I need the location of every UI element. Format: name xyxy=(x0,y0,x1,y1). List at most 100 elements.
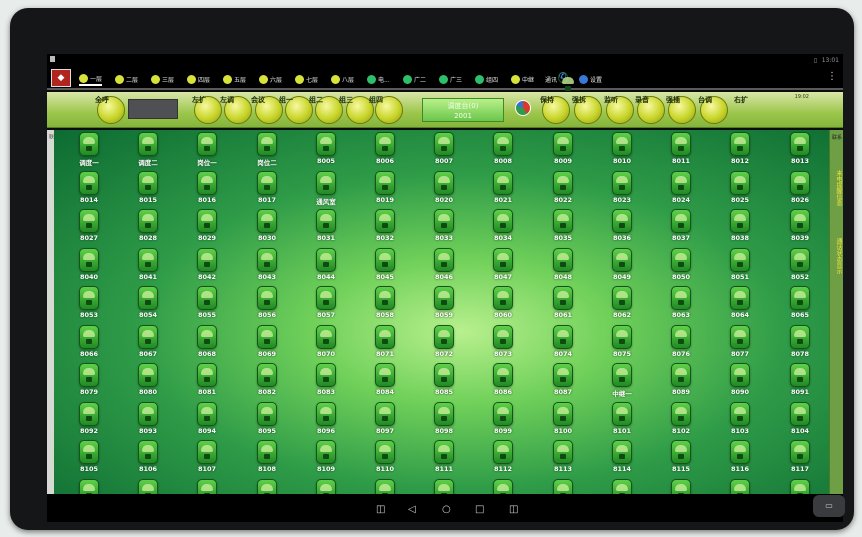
tab-6[interactable]: 七层 xyxy=(295,72,318,86)
extension-cell[interactable]: 8059 xyxy=(421,286,467,324)
extension-cell[interactable]: 8031 xyxy=(303,209,349,247)
extension-cell[interactable]: 8063 xyxy=(658,286,704,324)
extension-cell[interactable]: 8010 xyxy=(599,132,645,170)
extension-cell[interactable]: 8075 xyxy=(599,324,645,363)
extension-cell[interactable]: 8067 xyxy=(125,324,171,363)
extension-cell[interactable]: 8072 xyxy=(421,324,467,363)
extension-cell[interactable]: 通风室 xyxy=(303,170,349,209)
tab-3[interactable]: 四层 xyxy=(187,72,210,86)
tab-8[interactable]: 电... xyxy=(367,72,390,86)
extension-cell[interactable]: 8015 xyxy=(125,170,171,209)
extension-cell[interactable]: 8020 xyxy=(421,170,467,209)
recents-icon[interactable]: □ xyxy=(475,504,484,516)
extension-cell[interactable]: 8073 xyxy=(480,324,526,363)
extension-cell[interactable]: 8092 xyxy=(66,401,112,440)
extension-cell[interactable]: 8013 xyxy=(777,132,823,170)
extension-cell[interactable]: 8093 xyxy=(125,401,171,440)
extension-cell[interactable]: 8011 xyxy=(658,132,704,170)
extension-cell[interactable]: 8058 xyxy=(362,286,408,324)
extension-cell[interactable]: 8038 xyxy=(717,209,763,247)
extension-cell[interactable]: 8108 xyxy=(244,440,290,478)
extension-cell[interactable]: 调度一 xyxy=(66,132,112,170)
extension-cell[interactable]: 8055 xyxy=(184,286,230,324)
extension-cell[interactable]: 8071 xyxy=(362,324,408,363)
extension-cell[interactable]: 8029 xyxy=(184,209,230,247)
extension-cell[interactable]: 8028 xyxy=(125,209,171,247)
tab-7[interactable]: 八层 xyxy=(331,72,354,86)
extension-cell[interactable]: 8033 xyxy=(421,209,467,247)
extension-cell[interactable]: 8007 xyxy=(421,132,467,170)
extension-cell[interactable]: 8098 xyxy=(421,401,467,440)
extension-cell[interactable]: 8022 xyxy=(540,170,586,209)
extension-cell[interactable]: 中继一 xyxy=(599,363,645,401)
extension-cell[interactable]: 8030 xyxy=(244,209,290,247)
extension-cell[interactable]: 调度二 xyxy=(125,132,171,170)
extension-cell[interactable]: 8016 xyxy=(184,170,230,209)
extension-cell[interactable]: 8025 xyxy=(717,170,763,209)
extension-cell[interactable]: 8116 xyxy=(717,440,763,478)
extension-cell[interactable]: 8070 xyxy=(303,324,349,363)
extension-cell[interactable]: 8034 xyxy=(480,209,526,247)
tab-13[interactable]: ✆ 通讯 xyxy=(545,72,574,91)
extension-cell[interactable]: 8042 xyxy=(184,247,230,286)
tab-11[interactable]: 组四 xyxy=(475,72,498,86)
extension-cell[interactable]: 8061 xyxy=(540,286,586,324)
extension-cell[interactable]: 8090 xyxy=(717,363,763,401)
extension-cell[interactable]: 8081 xyxy=(184,363,230,401)
extension-cell[interactable]: 8099 xyxy=(480,401,526,440)
extension-cell[interactable]: 8076 xyxy=(658,324,704,363)
extension-cell[interactable]: 8096 xyxy=(303,401,349,440)
extension-cell[interactable]: 8085 xyxy=(421,363,467,401)
overflow-menu-icon[interactable]: ⋮ xyxy=(827,72,837,82)
extension-cell[interactable]: 8103 xyxy=(717,401,763,440)
extension-cell[interactable]: 岗位一 xyxy=(184,132,230,170)
extension-cell[interactable]: 8045 xyxy=(362,247,408,286)
extension-cell[interactable]: 8048 xyxy=(540,247,586,286)
extension-cell[interactable]: 8080 xyxy=(125,363,171,401)
tab-0[interactable]: 一层 xyxy=(79,72,103,86)
extension-cell[interactable]: 8074 xyxy=(540,324,586,363)
tab-9[interactable]: 广二 xyxy=(403,72,426,86)
extension-cell[interactable]: 8091 xyxy=(777,363,823,401)
back-icon[interactable]: ◁ xyxy=(408,504,416,516)
extension-cell[interactable]: 8019 xyxy=(362,170,408,209)
extension-cell[interactable]: 8095 xyxy=(244,401,290,440)
extension-cell[interactable]: 8102 xyxy=(658,401,704,440)
tab-14[interactable]: 设置 xyxy=(579,72,602,86)
extension-cell[interactable]: 8106 xyxy=(125,440,171,478)
extension-cell[interactable]: 8035 xyxy=(540,209,586,247)
extension-cell[interactable]: 8087 xyxy=(540,363,586,401)
extension-cell[interactable]: 岗位二 xyxy=(244,132,290,170)
volume-up-icon[interactable]: ◫ xyxy=(509,504,518,516)
extension-cell[interactable]: 8040 xyxy=(66,247,112,286)
extension-cell[interactable]: 8052 xyxy=(777,247,823,286)
tab-1[interactable]: 二层 xyxy=(115,72,138,86)
extension-cell[interactable]: 8065 xyxy=(777,286,823,324)
extension-cell[interactable]: 8114 xyxy=(599,440,645,478)
tab-10[interactable]: 广三 xyxy=(439,72,462,86)
extension-cell[interactable]: 8060 xyxy=(480,286,526,324)
extension-cell[interactable]: 8083 xyxy=(303,363,349,401)
extension-cell[interactable]: 8097 xyxy=(362,401,408,440)
extension-cell[interactable]: 8009 xyxy=(540,132,586,170)
extension-cell[interactable]: 8014 xyxy=(66,170,112,209)
extension-cell[interactable]: 8039 xyxy=(777,209,823,247)
extension-cell[interactable]: 8017 xyxy=(244,170,290,209)
extension-cell[interactable]: 8068 xyxy=(184,324,230,363)
tab-2[interactable]: 三层 xyxy=(151,72,174,86)
extension-cell[interactable]: 8012 xyxy=(717,132,763,170)
extension-cell[interactable]: 8008 xyxy=(480,132,526,170)
extension-cell[interactable]: 8104 xyxy=(777,401,823,440)
extension-cell[interactable]: 8089 xyxy=(658,363,704,401)
extension-cell[interactable]: 8023 xyxy=(599,170,645,209)
tab-5[interactable]: 六层 xyxy=(259,72,282,86)
extension-cell[interactable]: 8101 xyxy=(599,401,645,440)
extension-cell[interactable]: 8077 xyxy=(717,324,763,363)
extension-cell[interactable]: 8021 xyxy=(480,170,526,209)
extension-cell[interactable]: 8037 xyxy=(658,209,704,247)
extension-cell[interactable]: 8094 xyxy=(184,401,230,440)
extension-cell[interactable]: 8024 xyxy=(658,170,704,209)
extension-cell[interactable]: 8115 xyxy=(658,440,704,478)
extension-cell[interactable]: 8044 xyxy=(303,247,349,286)
extension-cell[interactable]: 8082 xyxy=(244,363,290,401)
